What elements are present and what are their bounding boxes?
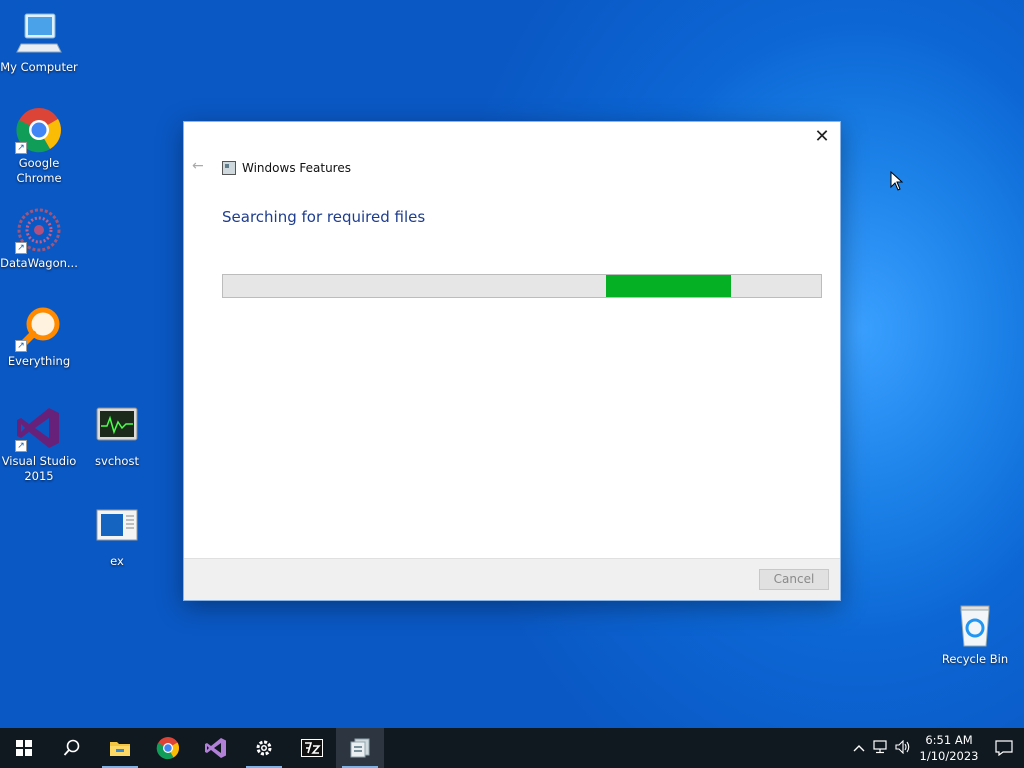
windows-features-icon	[222, 161, 236, 175]
desktop-icon-recycle-bin[interactable]: Recycle Bin	[936, 602, 1014, 667]
search-button[interactable]	[48, 728, 96, 768]
visual-studio-icon: ↗	[15, 404, 63, 452]
taskbar-settings[interactable]	[240, 728, 288, 768]
dialog-footer: Cancel	[184, 558, 840, 600]
shortcut-arrow-icon: ↗	[15, 142, 27, 154]
desktop-icon-label: Visual Studio 2015	[1, 454, 77, 483]
status-heading: Searching for required files	[222, 208, 426, 226]
taskbar-file-explorer[interactable]	[96, 728, 144, 768]
desktop-icon-my-computer[interactable]: My Computer	[0, 10, 78, 75]
taskbar: 6:51 AM 1/10/2023	[0, 728, 1024, 768]
taskbar-chrome[interactable]	[144, 728, 192, 768]
network-icon[interactable]	[870, 739, 892, 757]
start-button[interactable]	[0, 728, 48, 768]
datawagon-icon: ↗	[15, 206, 63, 254]
chrome-icon	[156, 737, 179, 760]
desktop-icon-label: DataWagon...	[0, 256, 78, 270]
clock[interactable]: 6:51 AM 1/10/2023	[914, 732, 984, 764]
windows-features-dialog: ✕ ← Windows Features Searching for requi…	[183, 121, 841, 601]
search-icon	[63, 739, 80, 756]
taskbar-windows-features[interactable]	[336, 728, 384, 768]
desktop: My Computer ↗ Google Chrome ↗ DataWagon.	[0, 0, 1024, 728]
document-icon	[93, 504, 141, 552]
back-arrow-icon: ←	[192, 158, 204, 174]
desktop-icon-label: svchost	[95, 454, 139, 468]
clock-date: 1/10/2023	[919, 749, 979, 763]
desktop-icon-label: Google Chrome	[16, 156, 62, 185]
clock-time: 6:51 AM	[925, 733, 973, 747]
taskbar-visual-studio[interactable]	[192, 728, 240, 768]
progress-fill	[605, 275, 732, 297]
desktop-icon-datawagon[interactable]: ↗ DataWagon...	[0, 206, 78, 271]
visual-studio-icon	[205, 738, 226, 758]
desktop-icon-label: My Computer	[0, 60, 78, 74]
7zip-icon	[301, 739, 323, 757]
gear-icon	[256, 740, 272, 756]
desktop-icon-label: ex	[110, 554, 124, 568]
progress-bar	[222, 274, 822, 298]
desktop-icon-label: Everything	[7, 354, 71, 368]
desktop-icon-svchost[interactable]: svchost	[78, 404, 156, 469]
chrome-icon: ↗	[15, 106, 63, 154]
computer-icon	[15, 10, 63, 58]
dialog-title: Windows Features	[242, 161, 351, 175]
shortcut-arrow-icon: ↗	[15, 340, 27, 352]
recycle-bin-icon	[951, 602, 999, 650]
desktop-icon-label: Recycle Bin	[941, 652, 1009, 666]
cancel-button[interactable]: Cancel	[759, 569, 829, 590]
close-icon: ✕	[814, 126, 830, 147]
action-center-button[interactable]	[984, 728, 1024, 768]
monitor-icon	[93, 404, 141, 452]
volume-icon[interactable]	[892, 739, 914, 757]
notification-icon	[995, 740, 1013, 756]
taskbar-7zip[interactable]	[288, 728, 336, 768]
close-button[interactable]: ✕	[812, 128, 832, 148]
windows-logo-icon	[16, 740, 32, 756]
desktop-icon-ex[interactable]: ex	[78, 504, 156, 569]
dialog-title-bar: Windows Features	[222, 160, 351, 176]
shortcut-arrow-icon: ↗	[15, 242, 27, 254]
folder-icon	[110, 742, 130, 756]
desktop-icon-everything[interactable]: ↗ Everything	[0, 304, 78, 369]
desktop-icon-google-chrome[interactable]: ↗ Google Chrome	[0, 106, 78, 186]
desktop-icon-visual-studio[interactable]: ↗ Visual Studio 2015	[0, 404, 78, 484]
back-button[interactable]: ←	[192, 158, 208, 174]
system-tray: 6:51 AM 1/10/2023	[848, 728, 1024, 768]
magnifier-icon: ↗	[15, 304, 63, 352]
tray-chevron-up-icon[interactable]	[848, 741, 870, 755]
windows-features-icon	[350, 738, 370, 758]
mouse-cursor-icon	[890, 170, 904, 191]
shortcut-arrow-icon: ↗	[15, 440, 27, 452]
